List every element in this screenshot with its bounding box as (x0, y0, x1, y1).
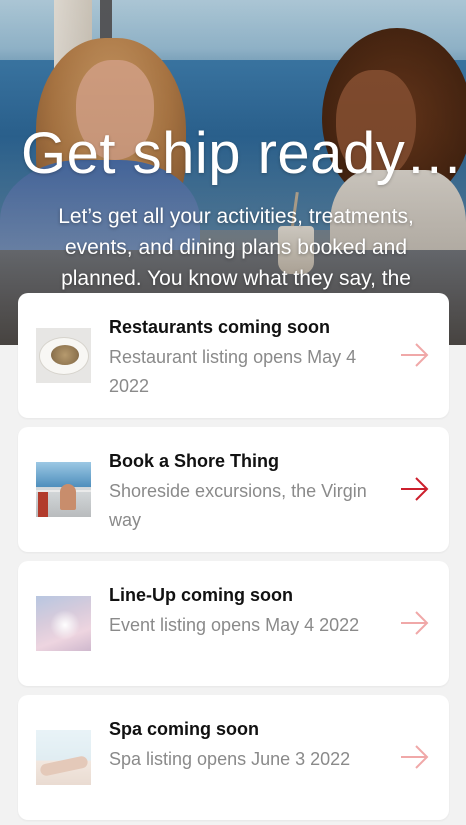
arrow-right-icon[interactable] (399, 744, 431, 770)
arrow-right-icon[interactable] (399, 476, 431, 502)
booking-cards-list: Restaurants coming soon Restaurant listi… (18, 293, 449, 825)
card-title: Restaurants coming soon (109, 317, 331, 337)
card-subtitle: Shoreside excursions, the Virgin way (109, 481, 367, 530)
page-title: Get ship ready… (21, 121, 464, 186)
card-title: Line-Up coming soon (109, 585, 293, 605)
card-subtitle: Restaurant listing opens May 4 2022 (109, 347, 357, 396)
event-lineup-image (36, 596, 91, 651)
shore-thing-card[interactable]: Book a Shore Thing Shoreside excursions,… (18, 427, 449, 552)
shore-excursion-image (36, 462, 91, 517)
spa-treatment-image (36, 730, 91, 785)
arrow-right-icon[interactable] (399, 610, 431, 636)
card-subtitle: Event listing opens May 4 2022 (109, 615, 360, 635)
card-title: Book a Shore Thing (109, 451, 280, 471)
card-title: Spa coming soon (109, 719, 260, 739)
arrow-right-icon[interactable] (399, 342, 431, 368)
lineup-card[interactable]: Line-Up coming soon Event listing opens … (18, 561, 449, 686)
page-subtitle: Let’s get all your activities, treatment… (58, 205, 414, 290)
restaurants-card[interactable]: Restaurants coming soon Restaurant listi… (18, 293, 449, 418)
card-subtitle: Spa listing opens June 3 2022 (109, 749, 351, 769)
spa-card[interactable]: Spa coming soon Spa listing opens June 3… (18, 695, 449, 820)
restaurant-dish-image (36, 328, 91, 383)
